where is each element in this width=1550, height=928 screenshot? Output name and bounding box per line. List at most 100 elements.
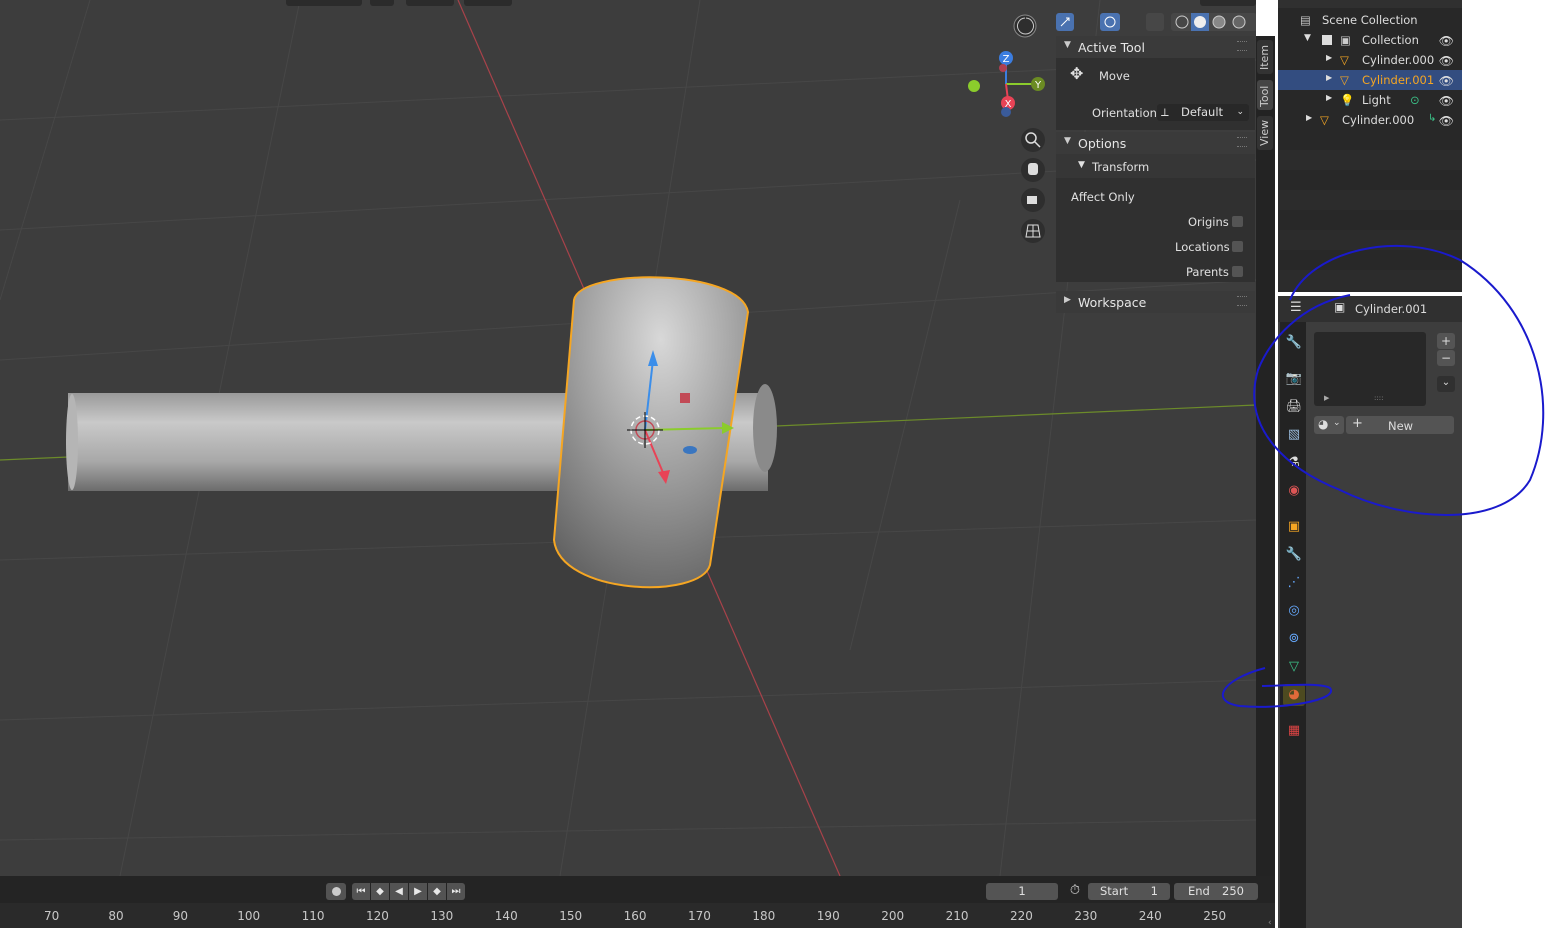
- origins-checkbox[interactable]: [1232, 216, 1243, 227]
- ruler-tick-label: 250: [1203, 909, 1227, 923]
- object-label: Cylinder.000: [1342, 113, 1415, 127]
- checkbox-icon[interactable]: [1322, 35, 1332, 45]
- start-frame-field[interactable]: Start 1: [1088, 883, 1170, 900]
- orientation-value: Default: [1181, 105, 1224, 119]
- annotation-circle-material-panel: [1253, 244, 1545, 516]
- gizmo-x-label: X: [1005, 99, 1012, 110]
- snap-button[interactable]: [406, 0, 454, 6]
- tab-tool[interactable]: Tool: [1257, 80, 1273, 110]
- end-value: 250: [1222, 884, 1244, 898]
- current-frame-field[interactable]: 1: [986, 883, 1058, 900]
- stopwatch-icon[interactable]: ⏱: [1066, 883, 1084, 900]
- tab-view[interactable]: View: [1257, 116, 1273, 150]
- transform-orientation-dropdown[interactable]: [286, 0, 362, 6]
- transform-expand-icon: ▼: [1078, 160, 1085, 170]
- ruler-tick-label: 230: [1074, 909, 1098, 923]
- tab-item[interactable]: Item: [1257, 40, 1273, 74]
- ruler-tick-label: 190: [816, 909, 840, 923]
- active-tool-title: Active Tool: [1078, 40, 1145, 55]
- orientation-dropdown[interactable]: ⟂ Default ⌄: [1157, 104, 1249, 121]
- orientation-label: Orientation: [1092, 106, 1157, 120]
- material-shading-icon: [1212, 15, 1226, 29]
- ruler-tick-label: 120: [366, 909, 389, 923]
- tab-tool-label: Tool: [1258, 85, 1271, 107]
- object-label: Cylinder.001: [1362, 73, 1435, 87]
- navigation-gizmo[interactable]: Z Y X: [968, 51, 1045, 117]
- outliner-row-light[interactable]: ▶ 💡 Light ⊙ 👁: [1278, 90, 1462, 110]
- outliner-row-collection[interactable]: ▼ ▣ Collection 👁: [1278, 30, 1462, 50]
- workspace-title: Workspace: [1078, 295, 1147, 310]
- ruler-tick-label: 90: [172, 909, 189, 923]
- annotation-overlay: [1221, 244, 1545, 708]
- jump-end-button[interactable]: ⏭: [447, 883, 465, 900]
- ruler-tick-label: 140: [494, 909, 518, 923]
- outliner-row-cylinder-001[interactable]: ▶ ▽ Cylinder.001 👁: [1278, 70, 1462, 90]
- outliner-scene-collection[interactable]: ▤ Scene Collection: [1278, 10, 1462, 30]
- object-label: Light: [1362, 93, 1391, 107]
- texture-tab-icon[interactable]: ▦: [1283, 720, 1305, 742]
- play-reverse-button[interactable]: ◀: [390, 883, 408, 900]
- ruler-tick-label: 150: [559, 909, 583, 923]
- viewport-nav-buttons[interactable]: [1021, 128, 1045, 243]
- next-keyframe-button[interactable]: ◆: [428, 883, 446, 900]
- move-tool-icon: ✥: [1070, 64, 1084, 83]
- options-button[interactable]: [1200, 0, 1256, 6]
- transform-subheader[interactable]: ▼ Transform: [1056, 154, 1255, 178]
- proportional-edit-button[interactable]: [464, 0, 512, 6]
- mesh-object-icon: ▽: [1320, 113, 1329, 127]
- ruler-tick-label: 200: [881, 909, 905, 923]
- collection-icon: ▣: [1340, 33, 1351, 47]
- collection-label: Collection: [1362, 33, 1419, 47]
- prev-keyframe-button[interactable]: ◆: [371, 883, 389, 900]
- expand-icon: ▶: [1306, 113, 1313, 122]
- outliner-row-cylinder-000[interactable]: ▶ ▽ Cylinder.000 👁: [1278, 50, 1462, 70]
- start-label: Start: [1100, 884, 1129, 898]
- origins-label: Origins: [1188, 215, 1229, 229]
- object-label: Cylinder.000: [1362, 53, 1435, 67]
- light-data-icon[interactable]: ⊙: [1410, 93, 1420, 107]
- ruler-tick-label: 70: [44, 909, 60, 923]
- outliner-row-cylinder-000-b[interactable]: ▶ ▽ Cylinder.000 ↳ 👁: [1278, 110, 1462, 130]
- pivot-point-button[interactable]: [370, 0, 394, 6]
- expand-icon: ▶: [1326, 93, 1333, 102]
- ruler-tick-label: 220: [1010, 909, 1033, 923]
- timeline-ruler[interactable]: 70 80 90 100 110 120 130 140 150 160 170 180 190 200 2…: [0, 903, 1275, 928]
- eye-icon[interactable]: 👁: [1439, 114, 1454, 128]
- jump-start-button[interactable]: ⏮: [352, 883, 370, 900]
- light-icon: 💡: [1340, 93, 1355, 107]
- play-button[interactable]: ▶: [409, 883, 427, 900]
- chevron-down-icon: ⌄: [1236, 107, 1244, 117]
- ruler-tick-label: 100: [237, 909, 261, 923]
- collapse-arrow-icon[interactable]: ‹: [1268, 918, 1272, 928]
- affect-only-label: Affect Only: [1071, 190, 1135, 204]
- expand-icon: ▼: [1304, 33, 1311, 43]
- eye-icon[interactable]: 👁: [1439, 54, 1454, 68]
- ruler-tick-label: 210: [945, 909, 969, 923]
- active-tool-header[interactable]: ▼ Active Tool: [1056, 36, 1255, 58]
- gizmo-y-label: Y: [1034, 80, 1042, 91]
- options-header[interactable]: ▼ Options: [1056, 132, 1255, 154]
- record-button[interactable]: [326, 883, 346, 900]
- end-frame-field[interactable]: End 250: [1174, 883, 1258, 900]
- xray-toggle-icon: [1146, 13, 1164, 31]
- ruler-tick-label: 110: [301, 909, 325, 923]
- scene-collection-icon: ▤: [1300, 13, 1311, 27]
- expand-icon: ▶: [1326, 53, 1333, 62]
- tool-name: Move: [1099, 69, 1130, 83]
- ruler-tick-label: 160: [623, 909, 647, 923]
- eye-icon[interactable]: 👁: [1439, 34, 1454, 48]
- viewport-header-icons[interactable]: ⌄: [1013, 13, 1256, 38]
- orientation-axis-icon: ⟂: [1161, 105, 1169, 119]
- options-title: Options: [1078, 136, 1127, 151]
- eye-icon[interactable]: 👁: [1439, 74, 1454, 88]
- camera-icon: [1027, 196, 1037, 204]
- constraint-icon: ↳: [1428, 113, 1437, 124]
- expand-icon: ▶: [1326, 73, 1333, 82]
- end-label: End: [1188, 884, 1210, 898]
- eye-icon[interactable]: 👁: [1439, 94, 1454, 108]
- annotation-circle-material-tab: [1221, 667, 1333, 708]
- ruler-tick-label: 170: [688, 909, 711, 923]
- mesh-object-icon: ▽: [1340, 53, 1349, 67]
- cylinder-001-mesh[interactable]: [552, 276, 750, 589]
- solid-shading-icon: [1194, 16, 1206, 28]
